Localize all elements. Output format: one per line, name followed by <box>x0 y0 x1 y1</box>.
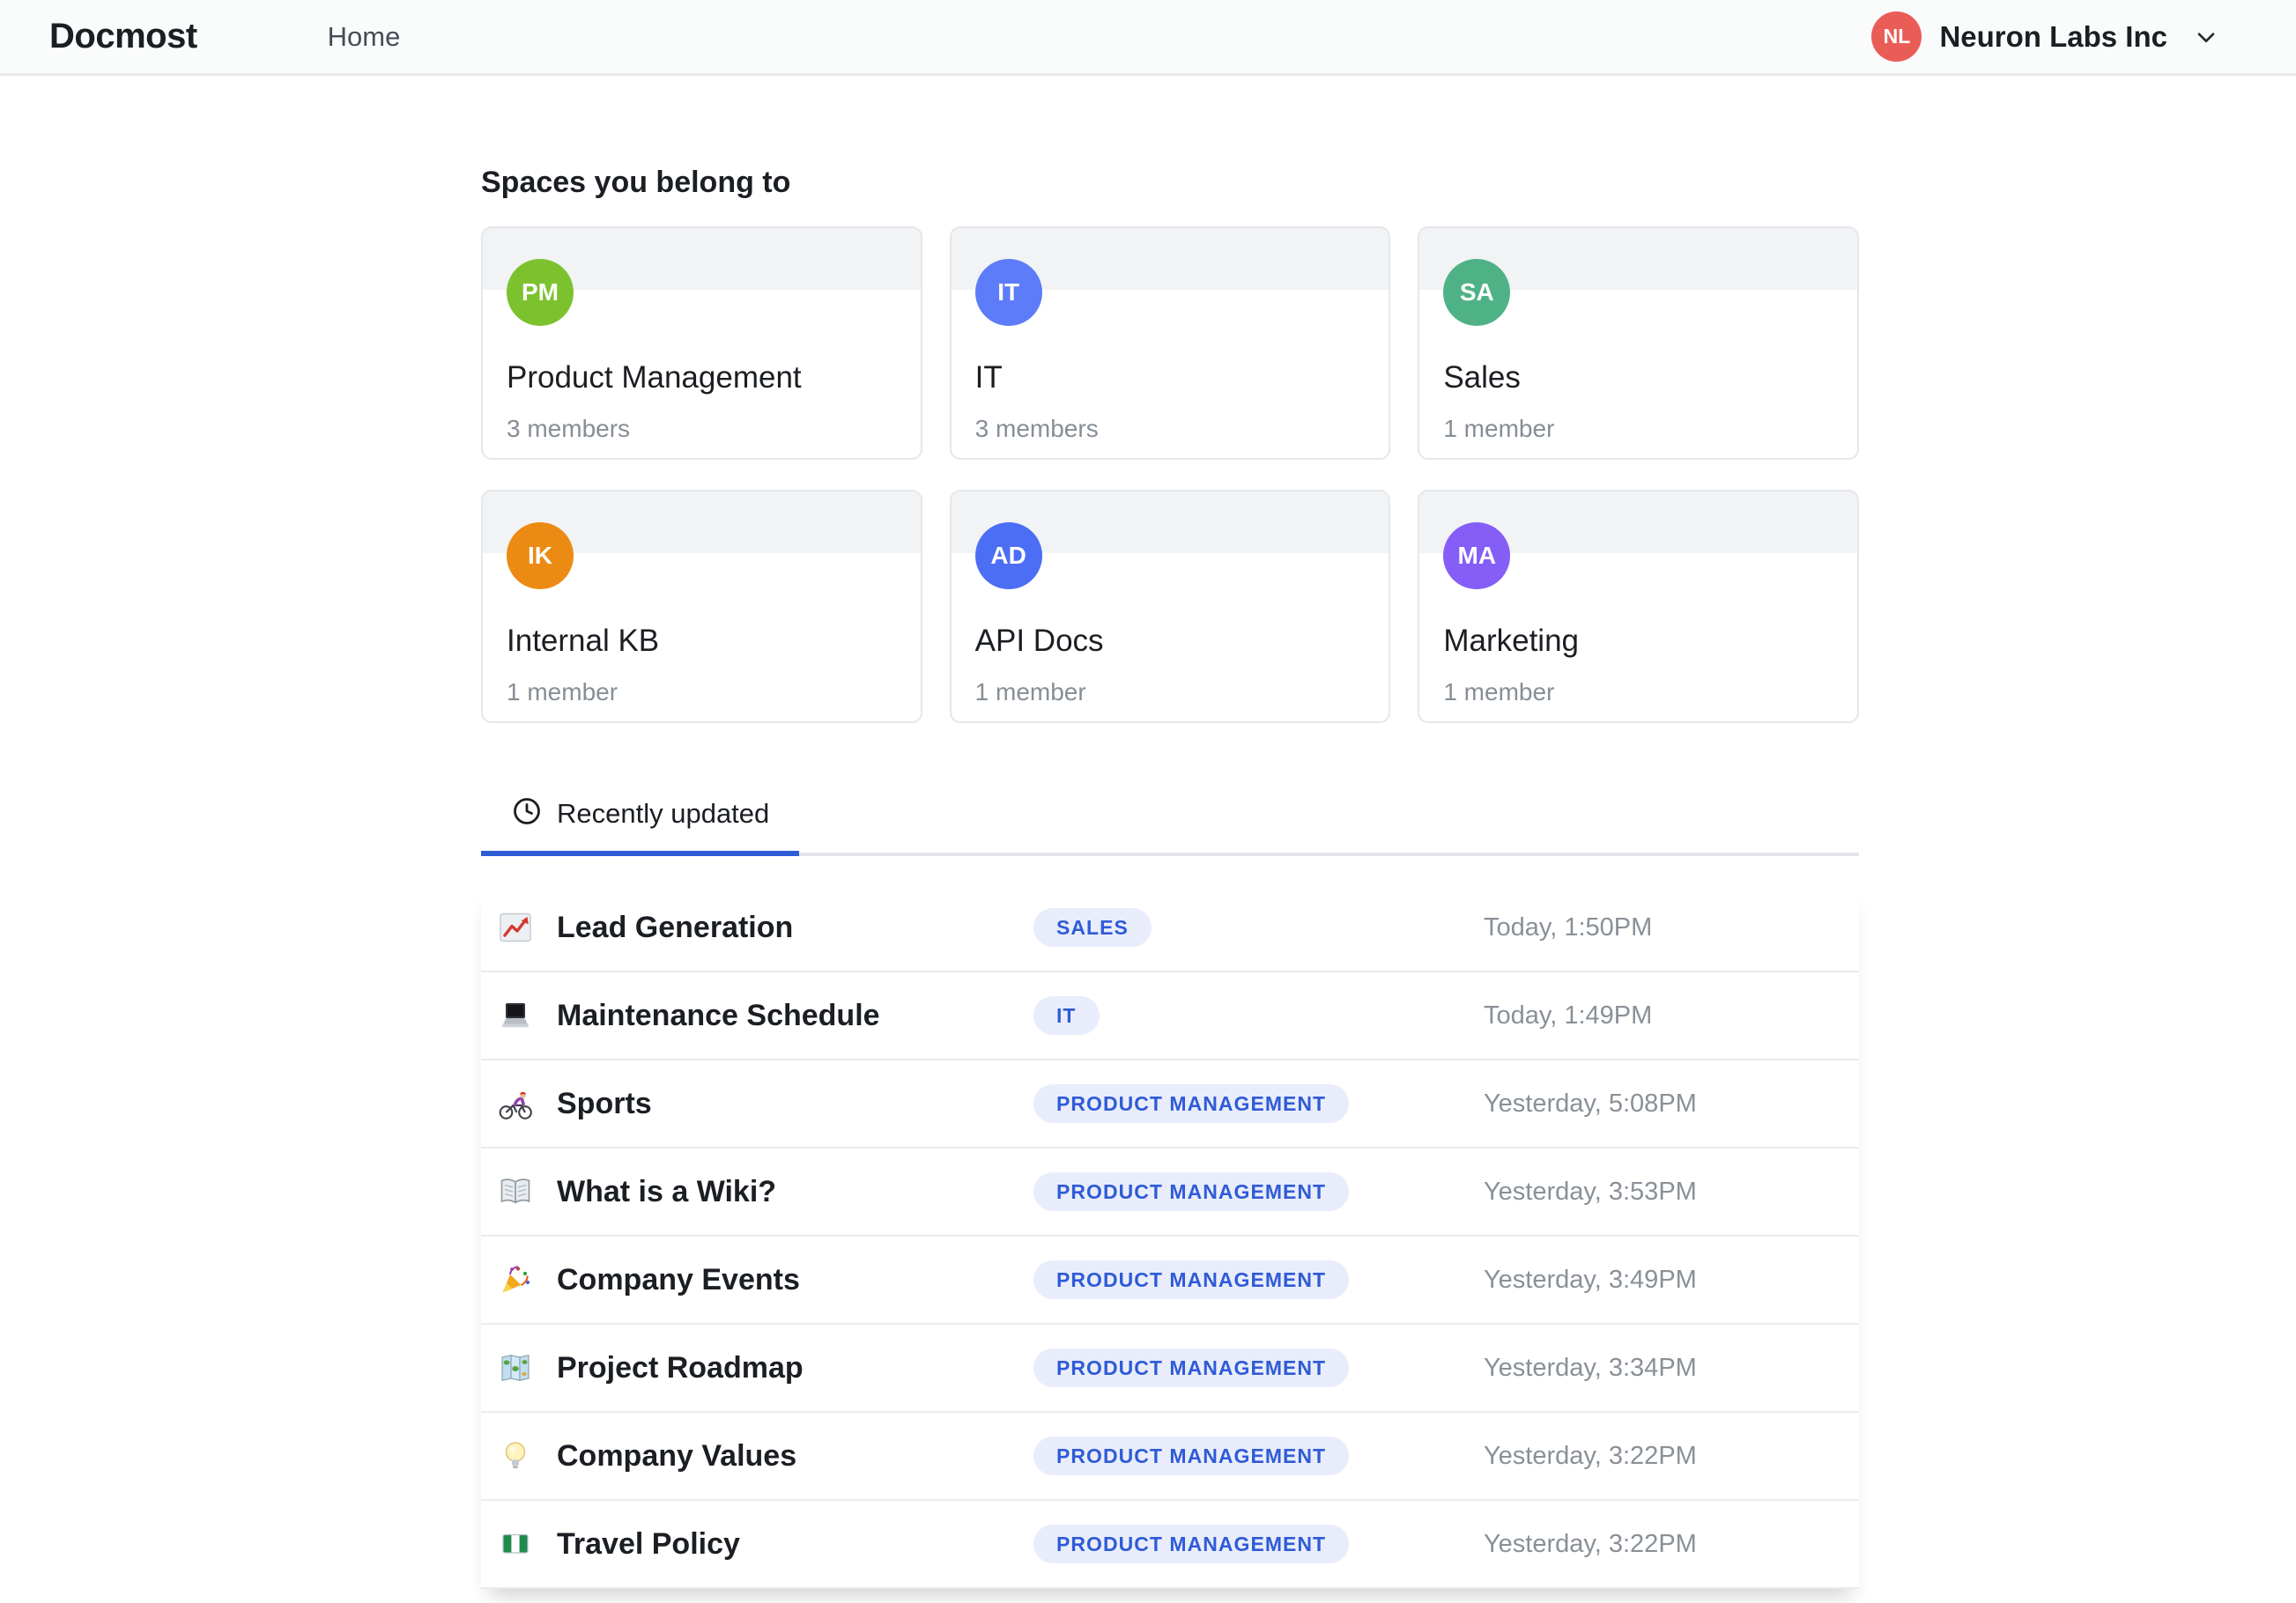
page-updated-time: Yesterday, 3:22PM <box>1484 1441 1697 1470</box>
tab-recently-updated[interactable]: Recently updated <box>481 795 800 856</box>
page-title: Project Roadmap <box>557 1350 804 1385</box>
workspace-avatar: NL <box>1871 11 1922 62</box>
space-card[interactable]: IK Internal KB 1 member <box>481 490 922 723</box>
laptop-emoji <box>498 998 533 1033</box>
space-name: Product Management <box>507 360 802 395</box>
page-title-cell: Project Roadmap <box>481 1350 1033 1385</box>
space-avatar: AD <box>974 522 1042 589</box>
page-space-cell: PRODUCT MANAGEMENT <box>1033 1348 1484 1387</box>
nav-item-home[interactable]: Home <box>328 21 401 53</box>
space-member-count: 1 member <box>507 678 618 705</box>
page-title: Lead Generation <box>557 910 794 944</box>
space-card[interactable]: IT IT 3 members <box>949 226 1391 460</box>
space-avatar: MA <box>1443 522 1511 589</box>
space-card[interactable]: AD API Docs 1 member <box>949 490 1391 723</box>
world-map-emoji <box>498 1350 533 1385</box>
page-title-cell: Travel Policy <box>481 1526 1033 1562</box>
page-title-cell: What is a Wiki? <box>481 1174 1033 1209</box>
top-navbar: Docmost Home NL Neuron Labs Inc <box>0 0 2296 76</box>
page-title: Travel Policy <box>557 1526 740 1561</box>
space-badge[interactable]: PRODUCT MANAGEMENT <box>1033 1084 1350 1123</box>
recent-page-row[interactable]: Maintenance Schedule IT Today, 1:49PM <box>481 972 1859 1060</box>
space-name: API Docs <box>974 624 1104 658</box>
page-title-cell: Maintenance Schedule <box>481 998 1033 1033</box>
page-title-cell: Lead Generation <box>481 910 1033 945</box>
recently-updated-list: Lead Generation SALES Today, 1:50PM Main… <box>481 884 1859 1589</box>
recent-page-row[interactable]: Project Roadmap PRODUCT MANAGEMENT Yeste… <box>481 1325 1859 1413</box>
recent-page-row[interactable]: Company Events PRODUCT MANAGEMENT Yester… <box>481 1237 1859 1325</box>
recent-page-row[interactable]: Travel Policy PRODUCT MANAGEMENT Yesterd… <box>481 1501 1859 1589</box>
page-space-cell: PRODUCT MANAGEMENT <box>1033 1084 1484 1123</box>
recent-page-row[interactable]: Sports PRODUCT MANAGEMENT Yesterday, 5:0… <box>481 1060 1859 1149</box>
clock-icon <box>511 795 543 831</box>
recent-page-row[interactable]: What is a Wiki? PRODUCT MANAGEMENT Yeste… <box>481 1149 1859 1237</box>
space-member-count: 3 members <box>974 415 1099 442</box>
page-space-cell: PRODUCT MANAGEMENT <box>1033 1525 1484 1563</box>
spaces-heading: Spaces you belong to <box>481 166 791 199</box>
space-avatar: IK <box>507 522 574 589</box>
page-space-cell: PRODUCT MANAGEMENT <box>1033 1172 1484 1211</box>
page-updated-time: Yesterday, 3:49PM <box>1484 1265 1697 1294</box>
recent-page-row[interactable]: Lead Generation SALES Today, 1:50PM <box>481 884 1859 972</box>
space-name: Internal KB <box>507 624 660 658</box>
page-space-cell: PRODUCT MANAGEMENT <box>1033 1260 1484 1299</box>
page-title: Sports <box>557 1086 652 1120</box>
space-badge[interactable]: PRODUCT MANAGEMENT <box>1033 1525 1350 1563</box>
recent-page-row[interactable]: Company Values PRODUCT MANAGEMENT Yester… <box>481 1413 1859 1501</box>
space-badge[interactable]: PRODUCT MANAGEMENT <box>1033 1437 1350 1475</box>
page-space-cell: PRODUCT MANAGEMENT <box>1033 1437 1484 1475</box>
space-avatar: IT <box>974 259 1042 326</box>
space-member-count: 3 members <box>507 415 631 442</box>
page-updated-time: Yesterday, 5:08PM <box>1484 1089 1697 1118</box>
page-updated-time: Yesterday, 3:53PM <box>1484 1177 1697 1206</box>
space-name: IT <box>974 360 1003 395</box>
page-updated-time: Today, 1:49PM <box>1484 1001 1653 1030</box>
app-logo[interactable]: Docmost <box>49 17 197 56</box>
nigeria-flag-emoji <box>498 1526 533 1562</box>
space-card[interactable]: SA Sales 1 member <box>1418 226 1859 460</box>
chart-increasing-emoji <box>498 910 533 945</box>
space-avatar: PM <box>507 259 574 326</box>
space-card[interactable]: MA Marketing 1 member <box>1418 490 1859 723</box>
tab-label: Recently updated <box>557 797 770 829</box>
page-title: What is a Wiki? <box>557 1174 777 1208</box>
space-card[interactable]: PM Product Management 3 members <box>481 226 922 460</box>
page-title: Company Events <box>557 1262 800 1296</box>
page-title-cell: Sports <box>481 1086 1033 1121</box>
space-name: Sales <box>1443 360 1521 395</box>
space-badge[interactable]: PRODUCT MANAGEMENT <box>1033 1260 1350 1299</box>
page-title: Maintenance Schedule <box>557 998 880 1032</box>
page-updated-time: Today, 1:50PM <box>1484 912 1653 942</box>
page-title-cell: Company Events <box>481 1262 1033 1297</box>
page-title: Company Values <box>557 1438 797 1473</box>
space-badge[interactable]: PRODUCT MANAGEMENT <box>1033 1172 1350 1211</box>
open-book-emoji <box>498 1174 533 1209</box>
space-member-count: 1 member <box>1443 678 1555 705</box>
party-popper-emoji <box>498 1262 533 1297</box>
space-name: Marketing <box>1443 624 1579 658</box>
space-avatar: SA <box>1443 259 1511 326</box>
main-content: Spaces you belong to PM Product Manageme… <box>481 166 1859 1589</box>
spaces-grid: PM Product Management 3 members IT IT 3 … <box>481 226 1859 723</box>
space-badge[interactable]: PRODUCT MANAGEMENT <box>1033 1348 1350 1387</box>
page-space-cell: SALES <box>1033 908 1484 947</box>
light-bulb-emoji <box>498 1438 533 1474</box>
page-title-cell: Company Values <box>481 1438 1033 1474</box>
space-member-count: 1 member <box>974 678 1086 705</box>
space-badge[interactable]: SALES <box>1033 908 1152 947</box>
page-updated-time: Yesterday, 3:22PM <box>1484 1529 1697 1558</box>
workspace-switcher[interactable]: NL Neuron Labs Inc <box>1871 11 2220 62</box>
page-space-cell: IT <box>1033 996 1484 1035</box>
space-member-count: 1 member <box>1443 415 1555 442</box>
cyclist-emoji <box>498 1086 533 1121</box>
app-window: Docmost Home NL Neuron Labs Inc Spaces y… <box>0 0 2296 1603</box>
tab-bar: Recently updated <box>481 795 1859 856</box>
workspace-name: Neuron Labs Inc <box>1939 19 2167 53</box>
page-updated-time: Yesterday, 3:34PM <box>1484 1353 1697 1382</box>
space-badge[interactable]: IT <box>1033 996 1100 1035</box>
chevron-down-icon <box>2192 23 2220 51</box>
